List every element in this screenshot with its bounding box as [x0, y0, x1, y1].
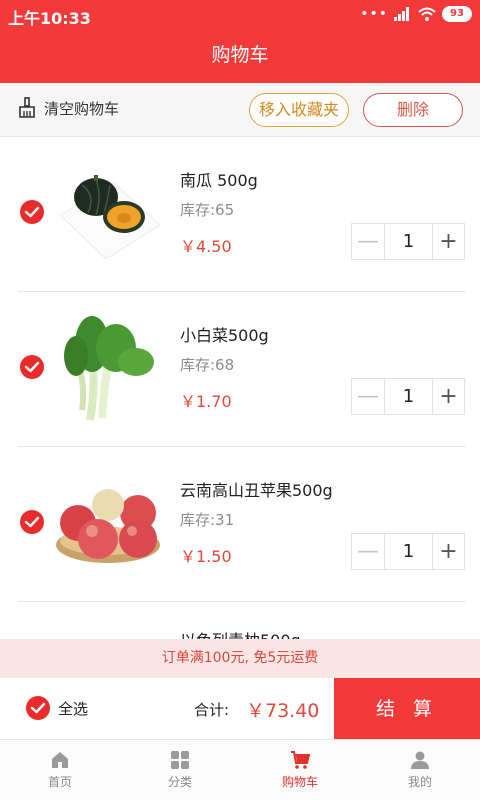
- quantity-value[interactable]: 1: [385, 224, 433, 259]
- checkout-button[interactable]: 结 算: [334, 678, 480, 740]
- tab-label: 购物车: [281, 775, 318, 789]
- item-name: 以色列青柚500g: [180, 627, 301, 639]
- clear-cart-label: 清空购物车: [44, 99, 120, 118]
- item-name: 云南高山丑苹果500g: [180, 481, 333, 500]
- cart-icon: [291, 751, 310, 769]
- increase-quantity-button[interactable]: +: [433, 534, 464, 569]
- tab-profile[interactable]: 我的: [360, 740, 480, 800]
- item-name: 小白菜500g: [180, 326, 269, 345]
- delete-button[interactable]: 删除: [363, 93, 463, 127]
- item-checkbox[interactable]: [20, 355, 44, 379]
- user-icon: [411, 751, 429, 769]
- cart-item: 小白菜500g 库存:68 ￥1.70 — 1 +: [0, 292, 480, 447]
- shipping-promo-banner: 订单满100元, 免5元运费: [0, 639, 480, 677]
- item-price: ￥4.50: [180, 237, 232, 256]
- quantity-value[interactable]: 1: [385, 534, 433, 569]
- item-price: ￥1.50: [180, 547, 232, 566]
- select-all-toggle[interactable]: 全选: [26, 696, 88, 720]
- total-value: ￥73.40: [246, 700, 320, 722]
- item-name: 南瓜 500g: [180, 171, 258, 190]
- quantity-stepper: — 1 +: [351, 533, 465, 570]
- page-title: 购物车: [0, 30, 480, 83]
- tab-category[interactable]: 分类: [120, 740, 240, 800]
- status-bar: 上午10:33 ••• 93: [0, 0, 480, 30]
- increase-quantity-button[interactable]: +: [433, 379, 464, 414]
- check-icon: [24, 361, 40, 373]
- status-icons: ••• 93: [360, 6, 472, 22]
- item-checkbox[interactable]: [20, 200, 44, 224]
- apples-image[interactable]: [52, 465, 166, 583]
- cart-toolbar: 清空购物车 移入收藏夹 删除: [0, 83, 480, 137]
- bok-choy-image[interactable]: [52, 310, 166, 428]
- decrease-quantity-button[interactable]: —: [352, 379, 385, 414]
- decrease-quantity-button[interactable]: —: [352, 224, 385, 259]
- tab-label: 首页: [47, 775, 72, 789]
- checkout-bar: 全选 合计: ￥73.40 结 算: [0, 677, 480, 740]
- status-time: 上午10:33: [8, 9, 91, 28]
- move-to-favorites-button[interactable]: 移入收藏夹: [249, 93, 349, 127]
- select-all-label: 全选: [58, 699, 89, 718]
- quantity-stepper: — 1 +: [351, 378, 465, 415]
- pumpkin-image[interactable]: [52, 155, 166, 273]
- signal-icon: [394, 7, 409, 21]
- total-label: 合计:: [194, 701, 230, 719]
- home-icon: [52, 752, 68, 768]
- item-price: ￥1.70: [180, 392, 232, 411]
- item-checkbox[interactable]: [20, 510, 44, 534]
- cart-item: 云南高山丑苹果500g 库存:31 ￥1.50 — 1 +: [0, 447, 480, 602]
- select-all-checkbox[interactable]: [26, 696, 50, 720]
- quantity-value[interactable]: 1: [385, 379, 433, 414]
- increase-quantity-button[interactable]: +: [433, 224, 464, 259]
- tab-cart[interactable]: 购物车: [240, 740, 360, 800]
- cart-item-list[interactable]: 南瓜 500g 库存:65 ￥4.50 — 1 + 小白菜500g 库存:68 …: [0, 137, 480, 639]
- check-icon: [24, 206, 40, 218]
- item-stock: 库存:68: [180, 356, 235, 374]
- pomelo-image[interactable]: [100, 631, 160, 639]
- broom-icon: [19, 97, 35, 118]
- tab-home[interactable]: 首页: [0, 740, 120, 800]
- tab-label: 我的: [407, 775, 432, 789]
- grid-icon: [171, 751, 189, 769]
- item-stock: 库存:31: [180, 511, 235, 529]
- bottom-tab-bar: 首页 分类 购物车 我的: [0, 739, 480, 800]
- item-stock: 库存:65: [180, 201, 235, 219]
- check-icon: [30, 702, 46, 714]
- more-dots-icon: •••: [360, 6, 388, 22]
- cart-item: 南瓜 500g 库存:65 ￥4.50 — 1 +: [0, 137, 480, 292]
- quantity-stepper: — 1 +: [351, 223, 465, 260]
- check-icon: [24, 516, 40, 528]
- battery-icon: 93: [442, 6, 472, 22]
- clear-cart-button[interactable]: 清空购物车: [18, 97, 119, 119]
- tab-label: 分类: [167, 775, 192, 789]
- wifi-icon: [418, 7, 436, 21]
- decrease-quantity-button[interactable]: —: [352, 534, 385, 569]
- cart-item: 以色列青柚500g: [0, 601, 480, 639]
